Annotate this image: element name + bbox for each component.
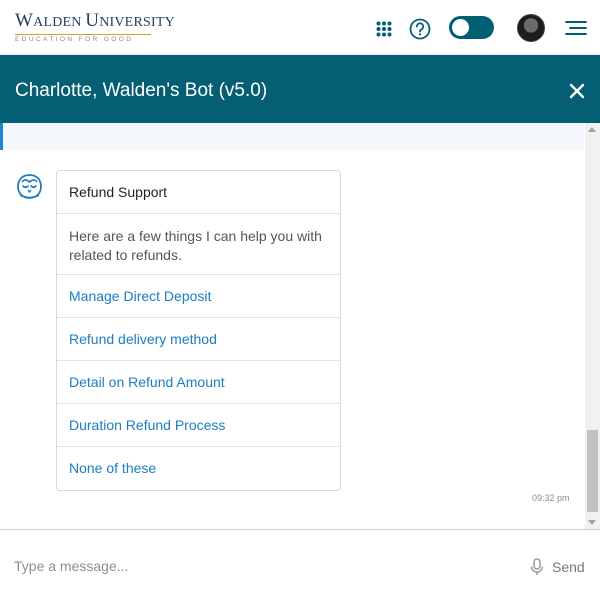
help-icon[interactable] (409, 18, 431, 40)
card-description: Here are a few things I can help you wit… (57, 214, 340, 275)
message-timestamp: 09:32 pm (532, 493, 570, 503)
send-button[interactable]: Send (552, 559, 585, 575)
logo-tagline: EDUCATION FOR GOOD (15, 34, 151, 43)
option-manage-direct-deposit[interactable]: Manage Direct Deposit (57, 275, 340, 318)
toggle-knob (452, 19, 469, 36)
message-input[interactable] (14, 554, 484, 578)
logo-wordmark: WALDEN UNIVERSITY (15, 10, 175, 31)
option-refund-delivery-method[interactable]: Refund delivery method (57, 318, 340, 361)
microphone-icon[interactable] (530, 558, 544, 576)
option-duration-refund-process[interactable]: Duration Refund Process (57, 404, 340, 447)
message-composer: Send (0, 529, 600, 600)
chat-messages[interactable]: Refund Support Here are a few things I c… (0, 123, 600, 529)
close-icon[interactable] (568, 82, 586, 100)
card-title: Refund Support (57, 171, 340, 214)
previous-message-strip (0, 123, 584, 150)
hamburger-menu-icon[interactable] (565, 19, 587, 37)
scroll-thumb[interactable] (587, 430, 598, 512)
top-navbar: WALDEN UNIVERSITY EDUCATION FOR GOOD (0, 0, 600, 55)
scroll-down-arrow-icon[interactable] (588, 520, 596, 525)
theme-toggle[interactable] (449, 16, 494, 39)
bot-owl-icon (17, 174, 42, 199)
walden-logo[interactable]: WALDEN UNIVERSITY EDUCATION FOR GOOD (15, 10, 175, 43)
apps-grid-icon[interactable] (376, 21, 392, 37)
scroll-up-arrow-icon[interactable] (588, 127, 596, 132)
user-avatar[interactable] (517, 14, 545, 42)
chat-header: Charlotte, Walden's Bot (v5.0) (0, 55, 600, 123)
option-none-of-these[interactable]: None of these (57, 447, 340, 490)
chat-scrollbar[interactable] (585, 123, 600, 529)
chat-page: WALDEN UNIVERSITY EDUCATION FOR GOOD Cha… (0, 0, 600, 600)
refund-support-card: Refund Support Here are a few things I c… (56, 170, 341, 491)
option-detail-refund-amount[interactable]: Detail on Refund Amount (57, 361, 340, 404)
chat-title: Charlotte, Walden's Bot (v5.0) (15, 80, 268, 101)
